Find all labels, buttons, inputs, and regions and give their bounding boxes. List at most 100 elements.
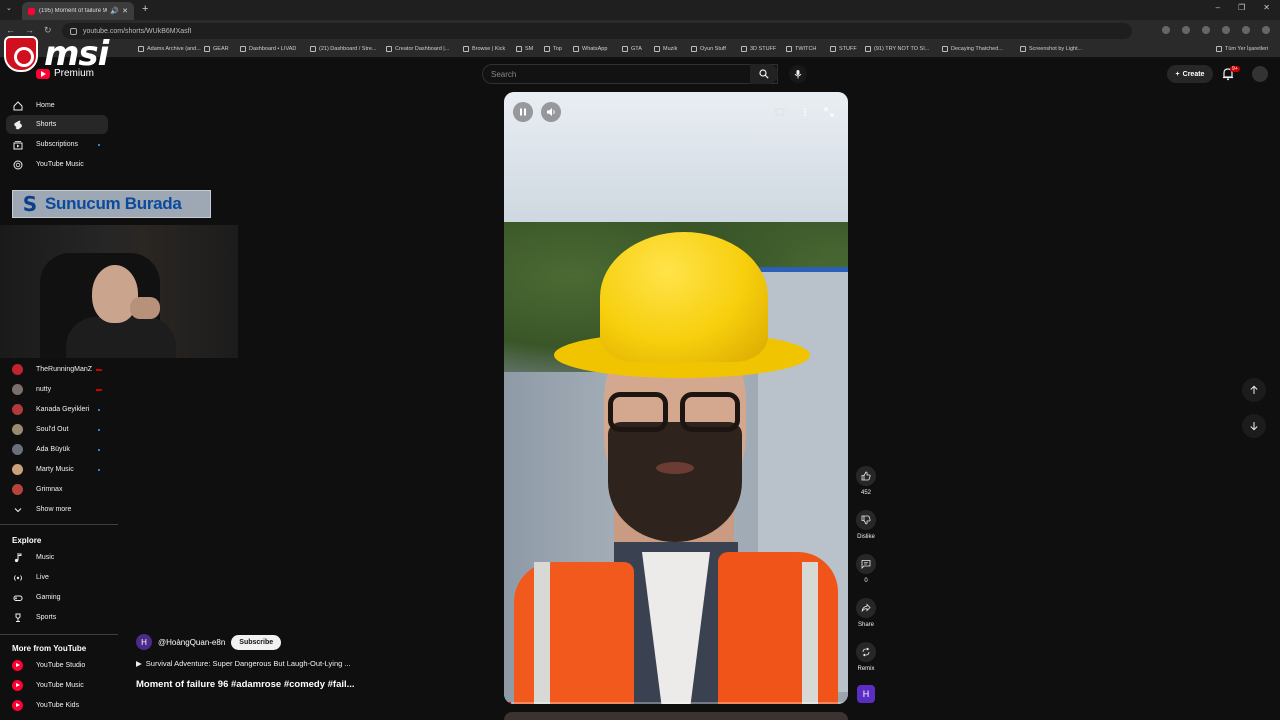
show-more-button[interactable]: Show more bbox=[6, 500, 108, 519]
comments-icon-wrap[interactable] bbox=[856, 554, 876, 574]
sidebar-item-music[interactable]: Music bbox=[6, 548, 108, 567]
sidebar-channel[interactable]: Marty Music bbox=[6, 460, 108, 479]
extensions-puzzle-icon[interactable] bbox=[1222, 26, 1230, 34]
sidebar-item-youtube-music[interactable]: YouTube Music bbox=[6, 155, 108, 174]
folder-icon bbox=[691, 46, 697, 52]
captions-button[interactable] bbox=[772, 104, 788, 120]
search-input[interactable]: Search bbox=[482, 64, 778, 84]
create-button[interactable]: + Create bbox=[1167, 65, 1213, 83]
like-button[interactable]: 452 bbox=[855, 466, 877, 496]
bookmark[interactable]: STUFF bbox=[830, 46, 857, 52]
video-hard-hat bbox=[554, 232, 810, 378]
sidebar-channel[interactable]: TheRunningManZ bbox=[6, 360, 108, 379]
bookmark[interactable]: Creator Dashboard |... bbox=[386, 46, 449, 52]
related-video-link[interactable]: ▶ Survival Adventure: Super Dangerous Bu… bbox=[136, 659, 351, 668]
new-content-dot bbox=[98, 408, 100, 411]
bookmark-label: (21) Dashboard / Stre... bbox=[319, 46, 377, 52]
volume-button[interactable] bbox=[541, 102, 561, 122]
sidebar-item-youtube-music-app[interactable]: YouTube Music bbox=[6, 676, 108, 695]
bookmark[interactable]: (91) TRY NOT TO SI... bbox=[865, 46, 929, 52]
video-progress-bar[interactable] bbox=[504, 702, 848, 704]
msi-overlay-logo: msi bbox=[2, 34, 142, 74]
install-icon[interactable] bbox=[1162, 26, 1170, 34]
all-bookmarks[interactable]: Tüm Yer İşaretleri bbox=[1216, 46, 1268, 52]
close-window-icon[interactable]: ✕ bbox=[1263, 3, 1270, 12]
short-title[interactable]: Moment of failure 96 #adamrose #comedy #… bbox=[136, 679, 355, 690]
previous-short-button[interactable] bbox=[1242, 378, 1266, 402]
bookmark[interactable]: Adams Archive (and... bbox=[138, 46, 201, 52]
sidebar-item-gaming[interactable]: Gaming bbox=[6, 588, 108, 607]
bookmark[interactable]: GTA bbox=[622, 46, 642, 52]
sidebar-item-label: YouTube Music bbox=[36, 682, 84, 689]
next-short-button[interactable] bbox=[1242, 414, 1266, 438]
sidebar-item-live[interactable]: Live bbox=[6, 568, 108, 587]
tab-title: (195) Moment of failure 96 bbox=[39, 8, 108, 14]
sidebar-item-youtube-kids[interactable]: YouTube Kids bbox=[6, 696, 108, 715]
bookmark[interactable]: GEAR bbox=[204, 46, 229, 52]
more-options-button[interactable] bbox=[797, 104, 813, 120]
menu-icon[interactable] bbox=[1262, 26, 1270, 34]
bookmark[interactable]: Oyun Stuff bbox=[691, 46, 726, 52]
sidebar-channel[interactable]: nutty bbox=[6, 380, 108, 399]
bookmark[interactable]: WhatsApp bbox=[573, 46, 607, 52]
music-note-icon bbox=[12, 552, 23, 563]
whatsapp-icon bbox=[573, 46, 579, 52]
sidebar-channel[interactable]: Grimnax bbox=[6, 480, 108, 499]
bookmark[interactable]: Top bbox=[544, 46, 562, 52]
dislike-icon-wrap[interactable] bbox=[856, 510, 876, 530]
account-avatar[interactable] bbox=[1252, 66, 1268, 82]
short-video-player[interactable] bbox=[504, 92, 848, 704]
bookmark[interactable]: SM bbox=[516, 46, 533, 52]
sidebar-item-label: Shorts bbox=[36, 121, 57, 128]
sidebar-item-home[interactable]: Home bbox=[6, 96, 108, 115]
extension-icon[interactable] bbox=[1202, 26, 1210, 34]
dislike-button[interactable]: Dislike bbox=[855, 510, 877, 540]
bookmark-label: STUFF bbox=[839, 46, 857, 52]
share-icon-wrap[interactable] bbox=[856, 598, 876, 618]
sidebar-channel[interactable]: Ada Büyük bbox=[6, 440, 108, 459]
sidebar-item-subscriptions[interactable]: Subscriptions bbox=[6, 135, 108, 154]
sidebar-item-youtube-studio[interactable]: YouTube Studio bbox=[6, 656, 108, 675]
bookmark[interactable]: Muzik bbox=[654, 46, 677, 52]
next-short-preview[interactable] bbox=[504, 712, 848, 720]
bookmark-label: Muzik bbox=[663, 46, 678, 52]
url-field[interactable]: youtube.com/shorts/WUkB6MXasfI bbox=[62, 23, 1132, 39]
star-icon[interactable] bbox=[1182, 26, 1190, 34]
fullscreen-button[interactable] bbox=[821, 104, 837, 120]
remix-icon-wrap[interactable] bbox=[856, 642, 876, 662]
sidebar-channel[interactable]: Soul'd Out bbox=[6, 420, 108, 439]
comments-button[interactable]: 0 bbox=[855, 554, 877, 584]
bookmark[interactable]: (21) Dashboard / Stre... bbox=[310, 46, 376, 52]
tab-search-icon[interactable]: ⌄ bbox=[6, 4, 12, 12]
subscribe-button[interactable]: Subscribe bbox=[231, 634, 282, 650]
share-button[interactable]: Share bbox=[855, 598, 877, 628]
new-tab-icon[interactable]: + bbox=[142, 3, 148, 15]
tab-close-icon[interactable]: ✕ bbox=[122, 7, 128, 15]
bookmark[interactable]: Decaying Thatched... bbox=[942, 46, 1003, 52]
sidebar-item-shorts[interactable]: Shorts bbox=[6, 115, 108, 134]
sidebar-channel[interactable]: Kanada Geyikleri bbox=[6, 400, 108, 419]
bookmark[interactable]: TWITCH bbox=[786, 46, 816, 52]
bookmark-label: 3D STUFF bbox=[750, 46, 777, 52]
new-content-dot bbox=[98, 428, 100, 431]
pause-button[interactable] bbox=[513, 102, 533, 122]
like-icon-wrap[interactable] bbox=[856, 466, 876, 486]
channel-avatar[interactable]: H bbox=[136, 634, 152, 650]
bookmark[interactable]: Dashboard • LIVAD bbox=[240, 46, 296, 52]
maximize-icon[interactable]: ❐ bbox=[1238, 3, 1245, 12]
create-label: Create bbox=[1182, 70, 1205, 78]
bookmark[interactable]: 3D STUFF bbox=[741, 46, 776, 52]
search-button[interactable] bbox=[750, 64, 778, 84]
bookmark[interactable]: Screenshot by Light... bbox=[1020, 46, 1082, 52]
channel-handle[interactable]: @HoàngQuan-e8n bbox=[158, 638, 225, 647]
profile-icon[interactable] bbox=[1242, 26, 1250, 34]
sidebar-item-sports[interactable]: Sports bbox=[6, 608, 108, 627]
browser-tab[interactable]: (195) Moment of failure 96 🔊 ✕ bbox=[22, 2, 134, 20]
speaker-icon[interactable]: 🔊 bbox=[110, 7, 119, 15]
toolbar-icons bbox=[1162, 26, 1270, 34]
remix-button[interactable]: Remix bbox=[855, 642, 877, 672]
bookmark[interactable]: Browse | Kick bbox=[463, 46, 505, 52]
minimize-icon[interactable]: – bbox=[1216, 3, 1220, 12]
sound-source-avatar[interactable]: H bbox=[857, 685, 875, 703]
voice-search-button[interactable] bbox=[789, 65, 807, 83]
